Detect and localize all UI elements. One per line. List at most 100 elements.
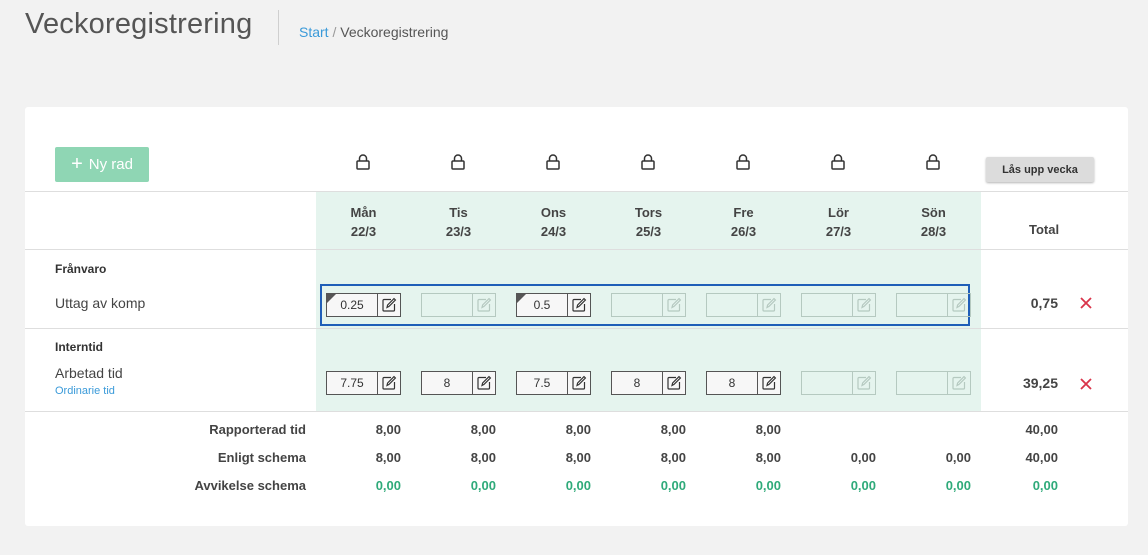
edit-icon[interactable] <box>472 293 496 317</box>
time-input[interactable]: 0.5 <box>516 293 567 317</box>
day-name: Tis <box>449 205 468 220</box>
lock-icon[interactable] <box>736 154 750 170</box>
summary-value: 0,00 <box>470 478 496 493</box>
lock-icon[interactable] <box>641 154 655 170</box>
day-date: 26/3 <box>730 224 757 239</box>
unlock-week-button[interactable]: Lås upp vecka <box>986 157 1094 182</box>
lock-icon[interactable] <box>831 154 845 170</box>
lock-icon[interactable] <box>451 154 465 170</box>
summary-label: Rapporterad tid <box>209 422 306 437</box>
lock-icon[interactable] <box>356 154 370 170</box>
summary-value: 0,00 <box>660 478 686 493</box>
edit-icon[interactable] <box>947 371 971 395</box>
header-bottom-divider <box>25 249 1128 250</box>
delete-row-icon[interactable] <box>1080 297 1092 309</box>
header-top-divider <box>25 191 1128 192</box>
day-date: 25/3 <box>635 224 662 239</box>
summary-label: Enligt schema <box>217 450 306 465</box>
delete-row-icon[interactable] <box>1080 378 1092 390</box>
summary-value: 8,00 <box>755 422 781 437</box>
lock-icon[interactable] <box>546 154 560 170</box>
row-label-arbetad-tid: Arbetad tid <box>55 365 123 381</box>
row-total-arbetad-tid: 39,25 <box>1022 375 1058 391</box>
time-cell: 0.5 <box>516 293 591 317</box>
summary-total: 40,00 <box>1025 450 1058 465</box>
summary-value: 0,00 <box>565 478 591 493</box>
summary-total: 0,00 <box>1032 478 1058 493</box>
summary-value: 8,00 <box>660 450 686 465</box>
breadcrumb: Start / Veckoregistrering <box>299 24 448 40</box>
section-title-interntid: Interntid <box>55 340 103 354</box>
edit-icon[interactable] <box>852 371 876 395</box>
day-date: 27/3 <box>825 224 852 239</box>
time-cell <box>421 293 496 317</box>
day-name: Tors <box>634 205 663 220</box>
comment-corner-marker <box>517 294 526 303</box>
time-cell <box>706 293 781 317</box>
header-divider <box>278 10 279 45</box>
summary-divider <box>25 411 1128 412</box>
time-input[interactable]: 7.75 <box>326 371 377 395</box>
edit-icon[interactable] <box>662 293 686 317</box>
time-input[interactable] <box>801 293 852 317</box>
edit-icon[interactable] <box>472 371 496 395</box>
summary-value: 8,00 <box>470 422 496 437</box>
summary-value: 0,00 <box>945 478 971 493</box>
time-input[interactable] <box>896 293 947 317</box>
breadcrumb-current: Veckoregistrering <box>340 24 449 40</box>
edit-icon[interactable] <box>757 371 781 395</box>
day-header: Fre 26/3 <box>696 203 791 241</box>
day-date: 28/3 <box>920 224 947 239</box>
time-input[interactable] <box>421 293 472 317</box>
summary-label: Avvikelse schema <box>194 478 306 493</box>
day-header: Tis 23/3 <box>411 203 506 241</box>
page-header: Veckoregistrering Start / Veckoregistrer… <box>0 0 1148 60</box>
day-name: Mån <box>350 205 377 220</box>
row-sublabel-ordinarie-tid[interactable]: Ordinarie tid <box>55 385 115 397</box>
time-input[interactable] <box>801 371 852 395</box>
day-header: Lör 27/3 <box>791 203 886 241</box>
time-input[interactable]: 7.5 <box>516 371 567 395</box>
time-cell: 7.5 <box>516 371 591 395</box>
edit-icon[interactable] <box>567 371 591 395</box>
page-title: Veckoregistrering <box>25 8 253 40</box>
comment-corner-marker <box>327 294 336 303</box>
edit-icon[interactable] <box>377 293 401 317</box>
time-cell <box>801 371 876 395</box>
plus-icon: + <box>71 152 83 175</box>
day-name: Ons <box>540 205 567 220</box>
day-header: Mån 22/3 <box>316 203 411 241</box>
time-input[interactable]: 8 <box>706 371 757 395</box>
summary-value: 0,00 <box>850 450 876 465</box>
summary-value: 0,00 <box>850 478 876 493</box>
summary-value: 8,00 <box>565 450 591 465</box>
time-input[interactable] <box>706 293 757 317</box>
total-column-header: Total <box>1029 222 1060 237</box>
time-input[interactable]: 0.25 <box>326 293 377 317</box>
day-name: Sön <box>921 205 946 220</box>
time-cell <box>611 293 686 317</box>
edit-icon[interactable] <box>567 293 591 317</box>
time-cell <box>896 293 971 317</box>
summary-value: 0,00 <box>375 478 401 493</box>
new-row-button[interactable]: + Ny rad <box>55 147 149 182</box>
time-cell: 8 <box>706 371 781 395</box>
day-header: Sön 28/3 <box>886 203 981 241</box>
time-input[interactable] <box>611 293 662 317</box>
time-input[interactable]: 8 <box>611 371 662 395</box>
breadcrumb-start-link[interactable]: Start <box>299 24 329 40</box>
time-input[interactable]: 8 <box>421 371 472 395</box>
edit-icon[interactable] <box>662 371 686 395</box>
day-date: 23/3 <box>445 224 472 239</box>
time-input[interactable] <box>896 371 947 395</box>
row-label-uttag-av-komp: Uttag av komp <box>55 295 146 311</box>
summary-total: 40,00 <box>1025 422 1058 437</box>
edit-icon[interactable] <box>947 293 971 317</box>
edit-icon[interactable] <box>377 371 401 395</box>
edit-icon[interactable] <box>852 293 876 317</box>
summary-value: 0,00 <box>945 450 971 465</box>
day-header: Tors 25/3 <box>601 203 696 241</box>
edit-icon[interactable] <box>757 293 781 317</box>
summary-value: 8,00 <box>755 450 781 465</box>
lock-icon[interactable] <box>926 154 940 170</box>
